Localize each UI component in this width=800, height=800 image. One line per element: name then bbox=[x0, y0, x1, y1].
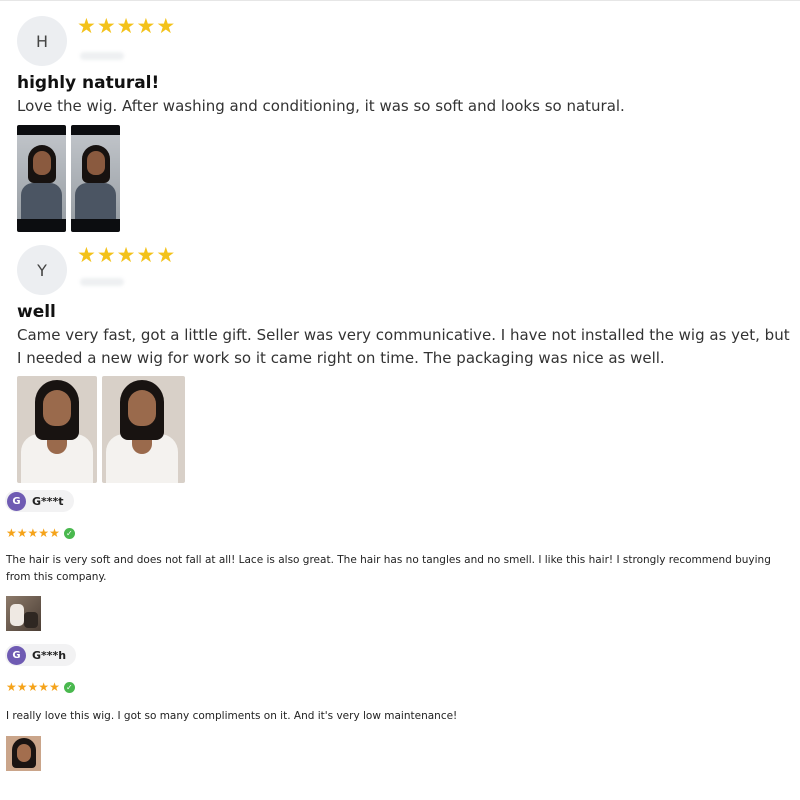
top-divider bbox=[0, 0, 800, 1]
star-icon: ★ bbox=[116, 14, 136, 38]
review-title: well bbox=[17, 302, 56, 322]
star-icon: ★ bbox=[156, 243, 176, 267]
star-icon: ★ bbox=[116, 243, 136, 267]
avatar: Y bbox=[17, 245, 67, 295]
star-icon: ★ bbox=[49, 680, 60, 694]
review-photo[interactable] bbox=[6, 596, 41, 631]
avatar: G bbox=[7, 491, 26, 511]
reviewer-name: G***t bbox=[32, 494, 64, 508]
star-icon: ★ bbox=[38, 526, 50, 540]
review-text: The hair is very soft and does not fall … bbox=[6, 554, 771, 583]
star-icon: ★ bbox=[27, 680, 39, 694]
review-photo[interactable] bbox=[17, 125, 66, 232]
star-icon: ★ bbox=[136, 243, 156, 267]
star-icon: ★ bbox=[16, 526, 28, 540]
review-photo[interactable] bbox=[17, 376, 97, 483]
star-rating: ★ ★ ★ ★ ★ ✓ bbox=[6, 681, 75, 693]
review-photos bbox=[17, 376, 185, 483]
avatar-letter: H bbox=[35, 31, 49, 51]
star-icon: ★ bbox=[96, 14, 116, 38]
reviewer-name: G***h bbox=[32, 648, 67, 662]
star-icon: ★ bbox=[16, 680, 28, 694]
star-icon: ★ bbox=[136, 14, 156, 38]
review-photo[interactable] bbox=[102, 376, 185, 483]
reviewer-name-blurred bbox=[80, 278, 124, 286]
review-photo[interactable] bbox=[71, 125, 120, 232]
reviewer-chip: G G***h bbox=[5, 644, 77, 666]
review-text: Love the wig. After washing and conditio… bbox=[17, 97, 625, 115]
reviewer-chip: G G***t bbox=[5, 490, 74, 512]
star-icon: ★ bbox=[49, 526, 60, 540]
star-rating: ★ ★ ★ ★ ★ ✓ bbox=[6, 527, 75, 539]
star-icon: ★ bbox=[156, 14, 176, 38]
avatar: G bbox=[7, 645, 26, 665]
star-icon: ★ bbox=[77, 14, 96, 38]
check-icon: ✓ bbox=[63, 527, 75, 539]
star-rating: ★ ★ ★ ★ ★ bbox=[77, 16, 175, 37]
star-icon: ★ bbox=[6, 526, 17, 540]
star-icon: ★ bbox=[77, 243, 96, 267]
reviewer-name-blurred bbox=[80, 52, 124, 60]
star-icon: ★ bbox=[6, 680, 17, 694]
star-icon: ★ bbox=[96, 243, 116, 267]
star-rating: ★ ★ ★ ★ ★ bbox=[77, 245, 175, 266]
review-text: Came very fast, got a little gift. Selle… bbox=[17, 326, 790, 367]
check-icon: ✓ bbox=[63, 681, 75, 693]
avatar: H bbox=[17, 16, 67, 66]
review-text: I really love this wig. I got so many co… bbox=[6, 710, 458, 722]
review-photo[interactable] bbox=[6, 736, 41, 771]
review-photos bbox=[17, 125, 120, 232]
star-icon: ★ bbox=[38, 680, 50, 694]
star-icon: ★ bbox=[27, 526, 39, 540]
review-title: highly natural! bbox=[17, 73, 160, 93]
avatar-letter: Y bbox=[37, 260, 47, 280]
